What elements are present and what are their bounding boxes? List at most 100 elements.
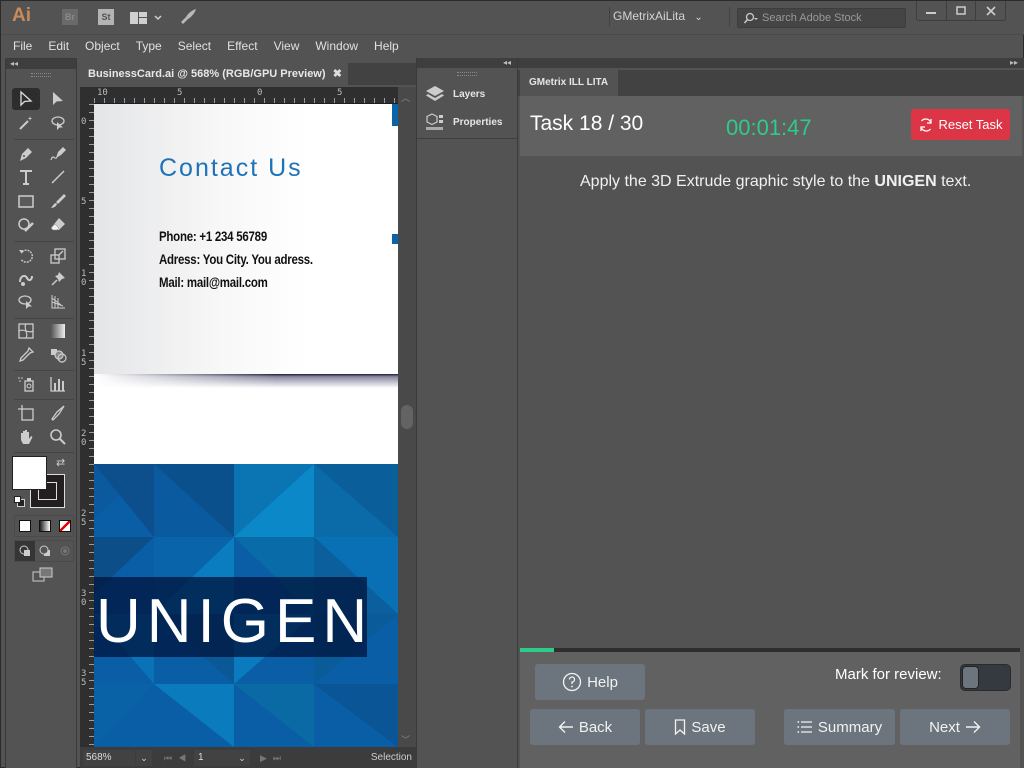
hand-tool[interactable] [12, 426, 40, 448]
eraser-tool[interactable] [44, 214, 72, 236]
draw-inside-button[interactable] [55, 541, 75, 561]
perspective-grid-tool[interactable] [44, 291, 72, 313]
gpu-performance-icon[interactable] [179, 8, 197, 30]
menu-window[interactable]: Window [307, 39, 366, 53]
close-tab-icon[interactable]: ✖ [333, 63, 342, 85]
title-bar: Ai Br St GMetrixAiLita ⌄ [1, 1, 1024, 34]
gmetrix-panel: ▸▸ GMetrix ILL LITA Task 18 / 30 00:01:4… [518, 58, 1024, 768]
document-tab[interactable]: BusinessCard.ai @ 568% (RGB/GPU Preview)… [80, 63, 348, 85]
mesh-tool[interactable] [12, 320, 40, 342]
stock-search[interactable] [737, 8, 906, 28]
save-label: Save [691, 718, 726, 736]
unigen-text[interactable]: UNIGEN [96, 586, 373, 657]
vertical-scrollbar[interactable]: ︿ ﹀ [398, 87, 416, 747]
direct-selection-tool[interactable] [44, 88, 72, 110]
puppet-warp-tool[interactable] [44, 268, 72, 290]
rotate-tool[interactable] [12, 245, 40, 267]
draw-normal-button[interactable] [15, 541, 35, 561]
draw-behind-button[interactable] [35, 541, 55, 561]
dock-collapse[interactable]: ◂◂ [417, 58, 517, 68]
toolbar-grip[interactable] [31, 73, 51, 77]
arrange-documents-icon[interactable] [130, 10, 168, 29]
none-mode-button[interactable] [59, 520, 71, 532]
fill-swatch[interactable] [12, 456, 47, 490]
ruler-corner[interactable] [80, 87, 94, 104]
lasso-tool[interactable] [44, 112, 72, 134]
default-fill-stroke-icon[interactable] [14, 496, 26, 508]
ruler-tick-label: 25 [81, 509, 87, 528]
contact-title-text[interactable]: Contact Us [159, 154, 303, 183]
summary-button[interactable]: Summary [784, 709, 895, 745]
curvature-tool[interactable] [44, 143, 72, 165]
shaper-tool[interactable] [12, 214, 40, 236]
menu-select[interactable]: Select [170, 39, 219, 53]
save-button[interactable]: Save [645, 709, 755, 745]
horizontal-ruler[interactable]: 10 5 0 5 [94, 87, 398, 104]
properties-panel-button[interactable]: Properties [425, 111, 502, 133]
help-button[interactable]: Help [535, 664, 645, 700]
eyedropper-tool[interactable] [12, 344, 40, 366]
panel-collapse[interactable]: ▸▸ [518, 58, 1024, 68]
stock-search-input[interactable] [762, 10, 902, 26]
gradient-tool[interactable] [44, 320, 72, 342]
menu-file[interactable]: File [1, 39, 40, 53]
type-tool[interactable] [12, 166, 40, 188]
task-counter: Task 18 / 30 [530, 112, 644, 135]
tab-gmetrix-ill-lita[interactable]: GMetrix ILL LITA [520, 70, 618, 96]
swap-fill-stroke-icon[interactable]: ⇄ [56, 456, 65, 469]
mark-for-review-toggle[interactable] [960, 664, 1011, 691]
artboard-canvas[interactable]: Contact Us Phone: +1 234 56789 Adress: Y… [94, 104, 398, 747]
blend-tool[interactable] [44, 344, 72, 366]
menu-view[interactable]: View [266, 39, 308, 53]
scrollbar-thumb[interactable] [401, 405, 413, 429]
next-last-artboard-icons[interactable]: ▶⏭ [260, 750, 287, 766]
scale-tool[interactable] [44, 245, 72, 267]
menu-help[interactable]: Help [366, 39, 407, 53]
zoom-level-field[interactable]: 568% [83, 750, 135, 766]
menu-type[interactable]: Type [128, 39, 170, 53]
phone-text[interactable]: Phone: +1 234 56789 [159, 228, 267, 244]
vertical-ruler[interactable]: 0 5 10 15 20 25 30 35 [80, 104, 94, 747]
warp-tool[interactable] [12, 268, 40, 290]
bridge-icon[interactable]: Br [62, 9, 78, 25]
menu-object[interactable]: Object [77, 39, 128, 53]
scroll-up-icon[interactable]: ︿ [401, 91, 410, 104]
gradient-mode-button[interactable] [39, 520, 51, 532]
scroll-down-icon[interactable]: ﹀ [401, 733, 410, 746]
status-bar: 568% ⌄ ⏮◀ 1 ⌄ ▶⏭ Selection [80, 747, 416, 768]
dock-grip[interactable] [457, 72, 477, 76]
zoom-tool[interactable] [44, 426, 72, 448]
mail-text[interactable]: Mail: mail@mail.com [159, 274, 268, 290]
zoom-dropdown-chevron-icon[interactable]: ⌄ [136, 750, 152, 766]
screen-mode-button[interactable] [32, 567, 54, 583]
artboard-dropdown-chevron-icon[interactable]: ⌄ [234, 750, 250, 766]
workspace-switcher[interactable]: GMetrixAiLita ⌄ [613, 9, 703, 23]
reset-task-button[interactable]: Reset Task [911, 109, 1010, 140]
first-prev-artboard-icons[interactable]: ⏮◀ [164, 750, 192, 766]
back-button[interactable]: Back [530, 709, 640, 745]
next-button[interactable]: Next [900, 709, 1010, 745]
menu-bar: File Edit Object Type Select Effect View… [1, 34, 1024, 56]
selection-tool[interactable] [12, 88, 40, 110]
close-button[interactable] [976, 1, 1005, 20]
address-text[interactable]: Adress: You City. You adress. [159, 251, 313, 267]
free-transform-tool[interactable] [12, 291, 40, 313]
paintbrush-tool[interactable] [44, 190, 72, 212]
minimize-button[interactable] [917, 1, 947, 20]
stock-icon[interactable]: St [98, 9, 114, 25]
symbol-sprayer-tool[interactable] [12, 373, 40, 395]
maximize-button[interactable] [947, 1, 977, 20]
pen-tool[interactable] [12, 143, 40, 165]
artboard-tool[interactable] [12, 402, 40, 424]
layers-panel-button[interactable]: Layers [425, 83, 485, 105]
toolbar-collapse[interactable]: ◂◂ [6, 59, 76, 69]
line-segment-tool[interactable] [44, 166, 72, 188]
color-mode-button[interactable] [19, 520, 31, 532]
menu-effect[interactable]: Effect [219, 39, 265, 53]
menu-edit[interactable]: Edit [40, 39, 77, 53]
column-graph-tool[interactable] [44, 373, 72, 395]
magic-wand-tool[interactable] [12, 112, 40, 134]
artboard-number-field[interactable]: 1 [194, 750, 234, 766]
rectangle-tool[interactable] [12, 190, 40, 212]
slice-tool[interactable] [44, 402, 72, 424]
